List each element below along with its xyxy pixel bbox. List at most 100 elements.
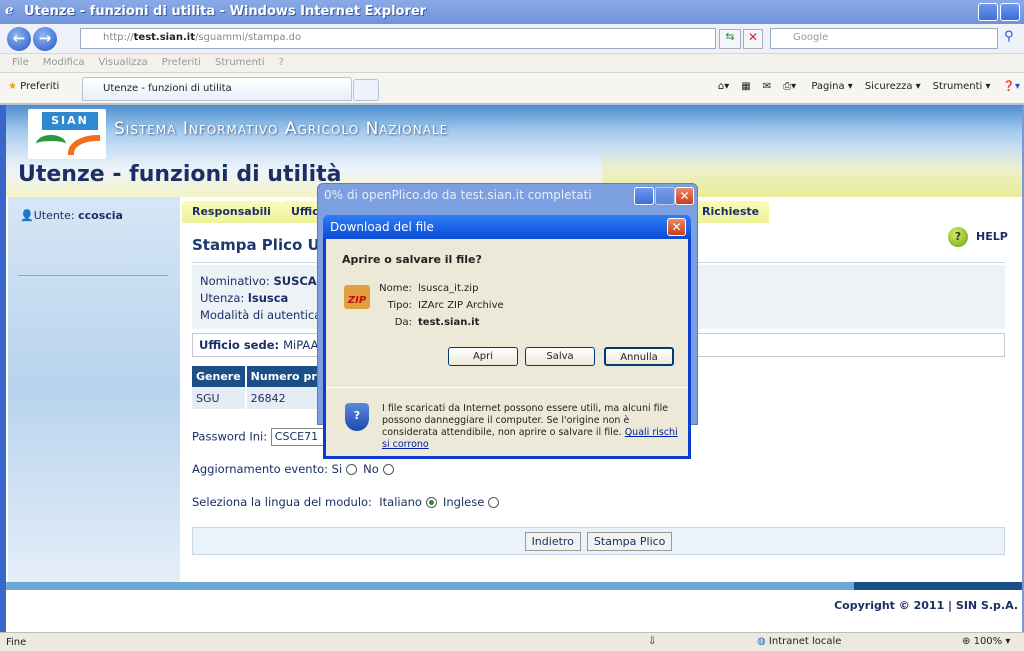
- dialog-title-bar: Download del file ✕: [323, 215, 691, 239]
- zoom-icon: ⊕: [962, 636, 971, 647]
- menu-preferiti[interactable]: Preferiti: [162, 57, 201, 68]
- sian-logo: SIAN: [28, 109, 106, 159]
- sidebar: 👤Utente: ccoscia: [8, 197, 180, 582]
- new-tab-button[interactable]: [353, 79, 379, 101]
- progress-minimize-button[interactable]: [634, 187, 654, 205]
- save-button[interactable]: Salva: [525, 347, 595, 366]
- pratiche-table: Genere Numero pra SGU 26842: [192, 366, 337, 409]
- home-icon[interactable]: ⌂▾: [718, 81, 729, 92]
- column-header: Genere: [192, 366, 247, 387]
- help-icon[interactable]: ❓▾: [1003, 81, 1020, 92]
- search-icon[interactable]: ⚲: [1004, 29, 1014, 44]
- divider: [18, 275, 168, 276]
- no-radio[interactable]: [382, 464, 394, 475]
- feeds-icon[interactable]: ▦: [741, 81, 750, 92]
- zoom-control[interactable]: ⊕ 100% ▾: [962, 636, 1010, 647]
- section-heading: Stampa Plico Ut: [192, 236, 327, 254]
- status-text: Fine: [6, 637, 27, 648]
- si-radio[interactable]: [346, 464, 358, 475]
- utenza-value: lsusca: [247, 291, 289, 305]
- open-button[interactable]: Apri: [448, 347, 518, 366]
- menu-bar: File Modifica Visualizza Preferiti Strumenti…: [0, 54, 1024, 73]
- tab-bar: ★ Preferiti Utenze - funzioni di utilita…: [0, 73, 1024, 105]
- dialog-question: Aprire o salvare il file?: [342, 253, 482, 266]
- tab-richieste[interactable]: Richieste: [692, 201, 770, 223]
- user-info: 👤Utente: ccoscia: [20, 209, 123, 222]
- refresh-button[interactable]: ⇆: [719, 29, 741, 49]
- window-title-bar: ℯ Utenze - funzioni di utilita - Windows…: [0, 0, 1024, 24]
- cancel-button[interactable]: Annulla: [604, 347, 674, 366]
- menu-help[interactable]: ?: [279, 57, 284, 68]
- browser-tab[interactable]: Utenze - funzioni di utilita: [82, 77, 352, 101]
- menu-file[interactable]: File: [12, 57, 29, 68]
- menu-visualizza[interactable]: Visualizza: [99, 57, 148, 68]
- si-label: Si: [331, 462, 343, 476]
- logo-text: SIAN: [42, 112, 98, 130]
- stampa-plico-button[interactable]: Stampa Plico: [586, 532, 673, 551]
- italiano-radio[interactable]: [425, 497, 437, 508]
- command-bar: ⌂▾ ▦ ✉ ⎙▾ Pagina ▾ Sicurezza ▾ Strumenti ▾ ❓▾: [706, 81, 1020, 92]
- mail-icon[interactable]: ✉: [763, 81, 771, 92]
- nominativo-value: SUSCA: [273, 274, 317, 288]
- search-placeholder: Google: [793, 32, 829, 43]
- logo-stripe-orange: [68, 135, 100, 155]
- print-icon[interactable]: ⎙▾: [783, 81, 796, 92]
- logo-stripe-green: [36, 135, 66, 153]
- utenza-label: Utenza:: [200, 291, 248, 305]
- forward-button[interactable]: →: [33, 27, 57, 51]
- tab-responsabili[interactable]: Responsabili: [182, 201, 281, 223]
- nominativo-label: Nominativo:: [200, 274, 274, 288]
- password-row: Password Ini: CSCE71: [192, 428, 331, 446]
- stop-button[interactable]: ✕: [743, 29, 763, 49]
- lingua-row: Seleziona la lingua del modulo: Italiano…: [192, 495, 505, 509]
- favorites-button[interactable]: ★ Preferiti: [8, 81, 59, 92]
- security-warning: I file scaricati da Internet possono ess…: [382, 403, 682, 451]
- favorites-label: Preferiti: [20, 81, 60, 92]
- minimize-button[interactable]: [978, 3, 998, 21]
- download-dialog: Download del file ✕ Aprire o salvare il …: [323, 215, 691, 459]
- file-type: IZArc ZIP Archive: [418, 300, 504, 311]
- address-toolbar: ← → http://test.sian.it/sguammi/stampa.d…: [0, 24, 1024, 54]
- inglese-radio[interactable]: [488, 497, 500, 508]
- tab-label: Utenze - funzioni di utilita: [103, 83, 232, 94]
- inglese-label: Inglese: [442, 495, 485, 509]
- file-name: lsusca_it.zip: [418, 283, 479, 294]
- lingua-label: Seleziona la lingua del modulo:: [192, 495, 372, 509]
- progress-title: 0% di openPlico.do da test.sian.it compl…: [324, 188, 592, 202]
- type-label: Tipo:: [387, 300, 412, 311]
- footer-bar-dark: [854, 582, 1022, 590]
- ufficio-label: Ufficio sede:: [199, 338, 284, 352]
- user-label: Utente:: [33, 209, 79, 222]
- zone-indicator: ◍ Intranet locale: [757, 636, 841, 647]
- menu-strumenti[interactable]: Strumenti: [215, 57, 265, 68]
- star-icon: ★: [8, 81, 17, 92]
- download-icon: ⇩: [648, 636, 657, 647]
- shield-icon: ?: [345, 403, 369, 431]
- sicurezza-menu[interactable]: Sicurezza ▾: [865, 81, 921, 92]
- url-path: /sguammi/stampa.do: [195, 32, 302, 43]
- table-row: SGU 26842: [192, 387, 337, 409]
- help-label: HELP: [976, 230, 1008, 243]
- progress-maximize-button: [655, 187, 675, 205]
- ie-icon: ℯ: [5, 3, 14, 18]
- search-input[interactable]: Google: [770, 28, 998, 49]
- status-bar: Fine ⇩ ◍ Intranet locale ⊕ 100% ▾: [0, 632, 1024, 651]
- help-link[interactable]: ? HELP: [948, 227, 1008, 247]
- aggiornamento-label: Aggiornamento evento:: [192, 462, 328, 476]
- pagina-menu[interactable]: Pagina ▾: [811, 81, 853, 92]
- zoom-level: 100%: [973, 636, 1003, 647]
- progress-close-button[interactable]: ✕: [675, 187, 694, 205]
- dialog-close-button[interactable]: ✕: [667, 218, 686, 236]
- address-bar[interactable]: http://test.sian.it/sguammi/stampa.do: [80, 28, 716, 49]
- password-field[interactable]: CSCE71: [270, 428, 331, 446]
- strumenti-menu[interactable]: Strumenti ▾: [933, 81, 991, 92]
- url-prefix: http://: [103, 32, 134, 43]
- copyright: Copyright © 2011 | SIN S.p.A.: [834, 599, 1018, 612]
- window-title: Utenze - funzioni di utilita - Windows I…: [24, 4, 427, 19]
- back-button[interactable]: ←: [7, 27, 31, 51]
- back-page-button[interactable]: Indietro: [524, 532, 581, 551]
- dialog-title: Download del file: [330, 220, 434, 234]
- menu-modifica[interactable]: Modifica: [43, 57, 85, 68]
- zone-label: Intranet locale: [768, 636, 842, 647]
- maximize-button[interactable]: [1000, 3, 1020, 21]
